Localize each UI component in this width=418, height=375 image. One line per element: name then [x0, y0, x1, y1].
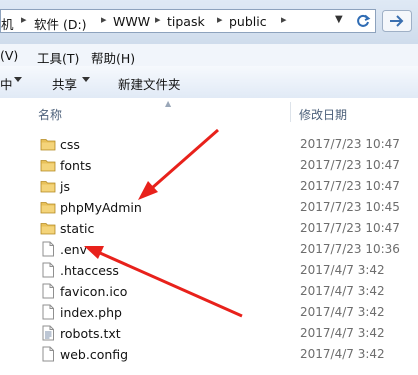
breadcrumb-computer[interactable]: 机: [1, 14, 14, 33]
list-item[interactable]: .env 2017/7/23 10:36: [0, 238, 418, 259]
menu-bar: (V) 工具(T) 帮助(H): [0, 44, 418, 67]
list-item[interactable]: phpMyAdmin 2017/7/23 10:45: [0, 196, 418, 217]
command-toolbar: 中 共享 新建文件夹: [0, 66, 418, 99]
toolbar-share-button[interactable]: 共享: [52, 74, 77, 93]
folder-icon: [40, 202, 56, 214]
file-date: 2017/7/23 10:47: [300, 158, 400, 172]
list-item[interactable]: index.php 2017/4/7 3:42: [0, 301, 418, 322]
file-name: index.php: [60, 305, 122, 320]
file-date: 2017/7/23 10:47: [300, 221, 400, 235]
folder-icon: [40, 181, 56, 193]
forward-icon[interactable]: [382, 10, 412, 32]
file-name: robots.txt: [60, 326, 121, 341]
file-name: web.config: [60, 347, 129, 362]
address-bar-area: 机 ▸ 软件 (D:) ▸ WWW ▸ tipask ▸ public ▸ ▼: [0, 0, 418, 45]
file-date: 2017/7/23 10:47: [300, 137, 400, 151]
column-header-row: ▲ 名称 修改日期: [0, 98, 418, 126]
breadcrumb-separator-icon[interactable]: ▸: [155, 13, 161, 26]
toolbar-include-in-library[interactable]: 中: [0, 74, 13, 93]
address-bar[interactable]: 机 ▸ 软件 (D:) ▸ WWW ▸ tipask ▸ public ▸ ▼: [0, 9, 376, 33]
file-name: .htaccess: [60, 263, 119, 278]
file-name: fonts: [60, 158, 92, 173]
list-item[interactable]: favicon.ico 2017/4/7 3:42: [0, 280, 418, 301]
file-icon: [42, 262, 54, 278]
folder-icon: [40, 160, 56, 172]
file-name: phpMyAdmin: [60, 200, 142, 215]
list-item[interactable]: .htaccess 2017/4/7 3:42: [0, 259, 418, 280]
menu-help[interactable]: 帮助(H): [91, 48, 135, 67]
file-icon: [42, 304, 54, 320]
folder-icon: [40, 139, 56, 151]
file-name: static: [60, 221, 95, 236]
list-item[interactable]: web.config 2017/4/7 3:42: [0, 343, 418, 364]
breadcrumb-separator-icon[interactable]: ▸: [101, 13, 107, 26]
text-file-icon: [42, 325, 54, 341]
column-header-name[interactable]: 名称: [38, 106, 62, 123]
list-item[interactable]: static 2017/7/23 10:47: [0, 217, 418, 238]
file-date: 2017/4/7 3:42: [300, 305, 385, 319]
file-name: css: [60, 137, 80, 152]
file-icon: [42, 283, 54, 299]
file-date: 2017/4/7 3:42: [300, 347, 385, 361]
file-name: js: [60, 179, 70, 194]
file-date: 2017/4/7 3:42: [300, 326, 385, 340]
file-date: 2017/7/23 10:45: [300, 200, 400, 214]
breadcrumb-drive-d[interactable]: 软件 (D:): [34, 14, 87, 33]
file-date: 2017/4/7 3:42: [300, 263, 385, 277]
chevron-down-icon[interactable]: [82, 77, 90, 82]
menu-view[interactable]: (V): [0, 48, 18, 63]
file-date: 2017/7/23 10:47: [300, 179, 400, 193]
list-item[interactable]: js 2017/7/23 10:47: [0, 175, 418, 196]
sort-caret-icon: ▲: [165, 99, 172, 108]
breadcrumb-separator-icon[interactable]: ▸: [281, 13, 287, 26]
file-name: favicon.ico: [60, 284, 128, 299]
folder-icon: [40, 223, 56, 235]
address-dropdown-icon[interactable]: ▼: [335, 14, 343, 25]
chevron-down-icon[interactable]: [14, 77, 22, 82]
breadcrumb-tipask[interactable]: tipask: [167, 14, 205, 29]
refresh-icon[interactable]: [355, 13, 371, 29]
breadcrumb-separator-icon[interactable]: ▸: [217, 13, 223, 26]
file-icon: [42, 346, 54, 362]
column-header-date-modified[interactable]: 修改日期: [299, 106, 347, 123]
toolbar-new-folder-button[interactable]: 新建文件夹: [118, 74, 181, 93]
file-date: 2017/7/23 10:36: [300, 242, 400, 256]
list-item[interactable]: css 2017/7/23 10:47: [0, 133, 418, 154]
list-item[interactable]: fonts 2017/7/23 10:47: [0, 154, 418, 175]
menu-tools[interactable]: 工具(T): [37, 48, 79, 67]
file-icon: [42, 241, 54, 257]
list-item[interactable]: robots.txt 2017/4/7 3:42: [0, 322, 418, 343]
breadcrumb-separator-icon[interactable]: ▸: [21, 13, 27, 26]
breadcrumb-www[interactable]: WWW: [113, 14, 150, 29]
breadcrumb-public[interactable]: public: [229, 14, 267, 29]
column-divider[interactable]: [290, 102, 291, 122]
file-name: .env: [60, 242, 87, 257]
file-date: 2017/4/7 3:42: [300, 284, 385, 298]
